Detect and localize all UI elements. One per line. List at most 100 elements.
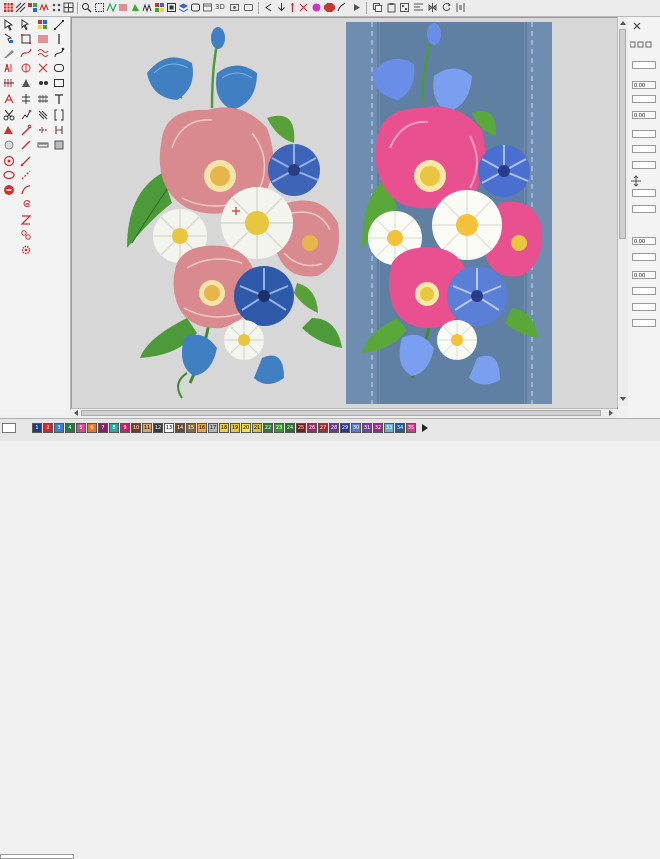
color-swatch-24[interactable]: 24 xyxy=(285,423,295,433)
color-change-icon[interactable] xyxy=(311,2,322,13)
t-tool-icon[interactable] xyxy=(53,93,65,105)
move-icon[interactable] xyxy=(630,175,642,187)
satin-column-icon[interactable] xyxy=(3,77,15,89)
scroll-left-icon[interactable] xyxy=(72,409,80,417)
color-swatch-23[interactable]: 23 xyxy=(274,423,284,433)
group-icon[interactable] xyxy=(399,2,410,13)
vertical-line-icon[interactable] xyxy=(53,33,65,45)
node-edit-icon[interactable] xyxy=(3,33,15,45)
hatch-icon[interactable] xyxy=(15,2,26,13)
color-swatch-12[interactable]: 12 xyxy=(153,423,163,433)
color-swatch-10[interactable]: 10 xyxy=(131,423,141,433)
paste-icon[interactable] xyxy=(386,2,397,13)
path-icon[interactable] xyxy=(20,47,32,59)
fill-area-icon[interactable] xyxy=(20,77,32,89)
column-a-icon[interactable] xyxy=(3,62,15,74)
layers-icon[interactable] xyxy=(178,2,189,13)
select-rect-icon[interactable] xyxy=(20,19,32,31)
zigzag-icon[interactable] xyxy=(20,214,32,226)
shape-edit-icon[interactable] xyxy=(20,33,32,45)
value-field-9[interactable]: 0.00 xyxy=(632,237,656,245)
scissors-icon[interactable] xyxy=(3,109,15,121)
column-tool-icon[interactable] xyxy=(53,124,65,136)
value-field-14[interactable] xyxy=(632,319,656,327)
color-swatch-26[interactable]: 26 xyxy=(307,423,317,433)
value-field-2[interactable] xyxy=(632,95,656,103)
color-swatch-3[interactable]: 3 xyxy=(54,423,64,433)
trim-icon[interactable] xyxy=(298,2,309,13)
color-swatch-34[interactable]: 34 xyxy=(395,423,405,433)
needle-tool-icon[interactable] xyxy=(20,124,32,136)
realistic-view-icon[interactable] xyxy=(229,2,240,13)
wave-fill-icon[interactable] xyxy=(37,47,49,59)
zoom-icon[interactable] xyxy=(81,2,92,13)
select-arrow-icon[interactable] xyxy=(3,19,15,31)
chain-icon[interactable] xyxy=(20,229,32,241)
color-swatch-20[interactable]: 20 xyxy=(241,423,251,433)
arrow-left-icon[interactable] xyxy=(263,2,274,13)
value-field-11[interactable]: 0.00 xyxy=(632,271,656,279)
3d-view-button[interactable]: 3D xyxy=(215,3,225,11)
rectangle-icon[interactable] xyxy=(53,77,65,89)
text-1000-icon[interactable] xyxy=(37,93,49,105)
view-icon[interactable] xyxy=(202,2,213,13)
value-field-1[interactable]: 0.00 xyxy=(632,81,656,89)
lettering-icon[interactable] xyxy=(3,93,15,105)
color-grid-icon[interactable] xyxy=(154,2,165,13)
color-swatch-31[interactable]: 31 xyxy=(362,423,372,433)
value-field-3[interactable]: 0.00 xyxy=(632,111,656,119)
run-length-icon[interactable] xyxy=(37,124,49,136)
color-swatch-5[interactable]: 5 xyxy=(76,423,86,433)
vertical-scroll-thumb[interactable] xyxy=(619,29,626,239)
spiral-icon[interactable] xyxy=(20,199,32,211)
copy-icon[interactable] xyxy=(372,2,383,13)
dashed-line-icon[interactable] xyxy=(20,169,32,181)
block-icon[interactable] xyxy=(53,139,65,151)
pattern-fill-icon[interactable] xyxy=(142,2,153,13)
pattern-line-icon[interactable] xyxy=(20,93,32,105)
hoop-icon[interactable] xyxy=(190,2,201,13)
color-swatch-13[interactable]: 13 xyxy=(164,423,174,433)
bead-icon[interactable] xyxy=(37,77,49,89)
color-swatch-6[interactable]: 6 xyxy=(87,423,97,433)
color-swatch-17[interactable]: 17 xyxy=(208,423,218,433)
node-split-icon[interactable] xyxy=(53,19,65,31)
knife-icon[interactable] xyxy=(3,47,15,59)
stop-sign-icon[interactable] xyxy=(3,184,15,196)
align-icon[interactable] xyxy=(413,2,424,13)
ruler-icon[interactable] xyxy=(37,139,49,151)
value-field-4[interactable] xyxy=(632,130,656,138)
value-field-6[interactable] xyxy=(632,161,656,169)
fill-icon[interactable] xyxy=(130,2,141,13)
outline-icon[interactable] xyxy=(20,62,32,74)
color-swatch-15[interactable]: 15 xyxy=(186,423,196,433)
palette-menu-icon[interactable] xyxy=(2,423,16,433)
color-swatch-32[interactable]: 32 xyxy=(373,423,383,433)
scroll-right-icon[interactable] xyxy=(607,409,615,417)
color-swatch-1[interactable]: 1 xyxy=(32,423,42,433)
arrow-down-icon[interactable] xyxy=(276,2,287,13)
motif-icon[interactable] xyxy=(20,109,32,121)
panel-tabs-icon[interactable] xyxy=(630,41,658,49)
value-field-10[interactable] xyxy=(632,253,656,261)
color-swatch-30[interactable]: 30 xyxy=(351,423,361,433)
bracket-icon[interactable] xyxy=(53,109,65,121)
color-swatch-9[interactable]: 9 xyxy=(120,423,130,433)
sequin-icon[interactable] xyxy=(3,139,15,151)
play-icon[interactable] xyxy=(351,2,362,13)
cross-stitch-icon[interactable] xyxy=(37,62,49,74)
circle-tool-icon[interactable] xyxy=(3,155,15,167)
color-swatch-14[interactable]: 14 xyxy=(175,423,185,433)
color-swatch-19[interactable]: 19 xyxy=(230,423,240,433)
curve-line-icon[interactable] xyxy=(20,184,32,196)
grid-small-icon[interactable] xyxy=(63,2,74,13)
color-swatch-33[interactable]: 33 xyxy=(384,423,394,433)
horizontal-scrollbar[interactable] xyxy=(71,408,617,418)
satin-icon[interactable] xyxy=(118,2,129,13)
color-flag-icon[interactable] xyxy=(37,19,49,31)
color-swatch-4[interactable]: 4 xyxy=(65,423,75,433)
palette-next-icon[interactable] xyxy=(420,423,430,433)
applique-icon[interactable] xyxy=(3,124,15,136)
color-swatch-27[interactable]: 27 xyxy=(318,423,328,433)
color-swatch-25[interactable]: 25 xyxy=(296,423,306,433)
